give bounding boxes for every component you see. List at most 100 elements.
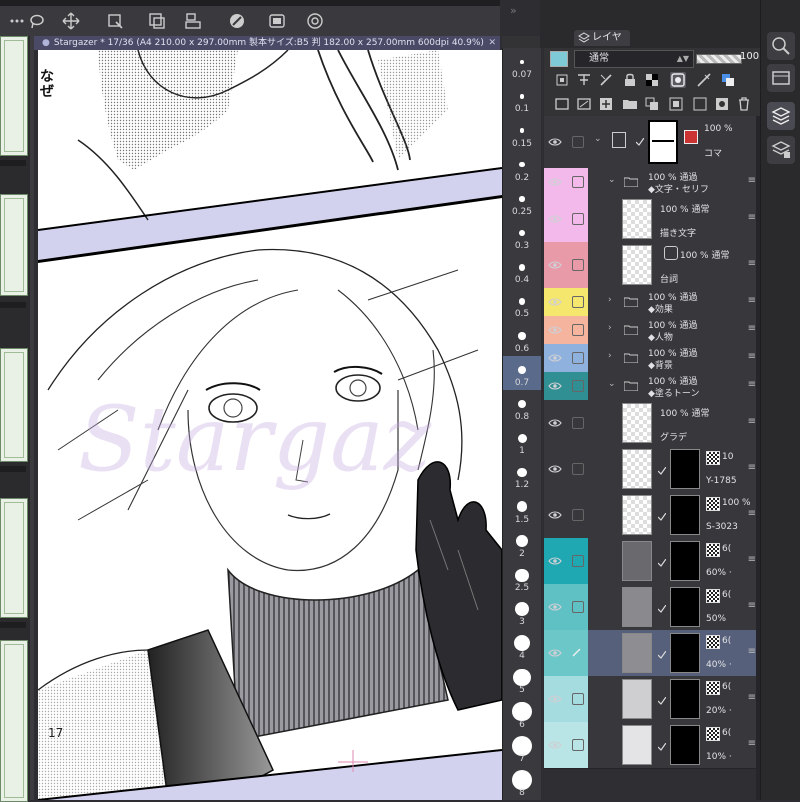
drag-handle-icon[interactable]: ≡ [748,258,756,269]
brush-size-2.5[interactable]: 2.5 [503,561,541,595]
brush-size-0.6[interactable]: 0.6 [503,321,541,355]
brush-size-6[interactable]: 6 [503,697,541,731]
visibility-eye-icon[interactable] [548,214,562,224]
brush-size-2[interactable]: 2 [503,527,541,561]
layer-mask-thumbnail[interactable] [670,449,700,489]
brush-size-0.1[interactable]: 0.1 [503,82,541,116]
brush-size-0.8[interactable]: 0.8 [503,390,541,424]
page-thumbnail-strip[interactable] [0,36,34,802]
visibility-eye-icon[interactable] [548,260,562,270]
visibility-eye-icon[interactable] [548,297,562,307]
layer-row-t10[interactable]: 6(10% · ≡ [544,722,760,769]
layer-mask-thumbnail[interactable] [670,725,700,765]
brush-size-palette[interactable]: 0.07 0.1 0.15 0.2 0.25 0.3 0.4 0.5 0.6 0.7 0.8 1 1.2… [502,48,541,800]
view-eye-icon[interactable] [304,10,326,32]
blend-mode-select[interactable]: 通常 ▲▼ [574,50,694,68]
drag-handle-icon[interactable]: ≡ [748,692,756,703]
page-thumbnail[interactable] [0,36,28,156]
lock-transparent-icon[interactable] [644,72,660,88]
pen-edit-icon[interactable] [572,647,582,657]
page-thumbnail[interactable] [0,498,28,618]
layer-row-koma[interactable]: ⌄ 100 % コマ [544,116,760,169]
brush-size-0.3[interactable]: 0.3 [503,219,541,253]
lock-toggle[interactable] [572,213,584,225]
collapse-left-icon[interactable]: » [510,4,517,17]
brush-size-0.15[interactable]: 0.15 [503,116,541,150]
lock-toggle[interactable] [572,176,584,188]
brush-size-1.2[interactable]: 1.2 [503,458,541,492]
chevron-down-icon[interactable]: ⌄ [608,379,616,389]
drag-handle-icon[interactable]: ≡ [748,738,756,749]
lock-toggle[interactable] [572,693,584,705]
layer-property-icon[interactable] [767,136,795,164]
move-icon[interactable] [60,10,82,32]
brush-size-7[interactable]: 7 [503,732,541,766]
brush-size-0.2[interactable]: 0.2 [503,151,541,185]
layer-row-kouka[interactable]: › 100 % 通過 ◆効果 ≡ [544,288,760,317]
visibility-eye-icon[interactable] [548,510,562,520]
layer-list[interactable]: ⌄ 100 % コマ ⌄ 100 % 通過 ◆文字・セリフ ≡ 100 % 通常 描き文字 ≡ 10… [544,116,760,800]
visibility-eye-icon[interactable] [548,602,562,612]
lock-toggle[interactable] [572,352,584,364]
ruler-range-icon[interactable] [696,72,712,88]
layer-row-s3023[interactable]: 100 % S-3023 ≡ [544,492,760,539]
visibility-eye-icon[interactable] [548,740,562,750]
transfer-down-icon[interactable] [644,96,660,112]
lock-toggle[interactable] [572,324,584,336]
navigator-icon[interactable] [767,32,795,60]
lock-toggle[interactable] [572,417,584,429]
visibility-eye-icon[interactable] [548,556,562,566]
layer-panel-tab[interactable]: レイヤー [574,30,630,59]
layer-mask-thumbnail[interactable] [670,541,700,581]
brush-size-4[interactable]: 4 [503,629,541,663]
drag-handle-icon[interactable]: ≡ [748,212,756,223]
page-thumbnail[interactable] [0,640,28,802]
mask-apply-icon[interactable] [714,96,730,112]
visibility-eye-icon[interactable] [548,648,562,658]
layer-mask-thumbnail[interactable] [670,495,700,535]
lock-toggle[interactable] [572,555,584,567]
mask-disabled-icon[interactable] [684,130,698,144]
brush-size-1[interactable]: 1 [503,424,541,458]
layer-row-moji[interactable]: ⌄ 100 % 通過 ◆文字・セリフ ≡ [544,168,760,197]
layer-row-serifu[interactable]: 100 % 通常 台詞 ≡ [544,242,760,289]
brush-size-8[interactable]: 8 [503,766,541,800]
drag-handle-icon[interactable]: ≡ [748,351,756,362]
page-thumbnail[interactable] [0,194,28,296]
transform-icon[interactable] [104,10,126,32]
lock-toggle[interactable] [572,739,584,751]
drag-handle-icon[interactable]: ≡ [748,379,756,390]
pen-nib-icon[interactable] [226,10,248,32]
layer-row-t40[interactable]: 6(40% · ≡ [544,630,760,677]
document-tab[interactable]: ● Stargazer * 17/36 (A4 210.00 x 297.00mm… [34,36,500,50]
layers-panel-icon[interactable] [767,102,795,130]
chevron-right-icon[interactable]: › [608,323,612,333]
brush-size-0.25[interactable]: 0.25 [503,185,541,219]
brush-size-3[interactable]: 3 [503,595,541,629]
fill-icon[interactable] [266,10,288,32]
merge-icon[interactable] [668,96,684,112]
visibility-eye-icon[interactable] [548,177,562,187]
color-icon[interactable] [720,72,736,88]
drag-handle-icon[interactable]: ≡ [748,646,756,657]
lock-toggle[interactable] [572,296,584,308]
new-folder-icon[interactable] [622,96,638,112]
drag-handle-icon[interactable]: ≡ [748,416,756,427]
brush-size-5[interactable]: 5 [503,663,541,697]
layer-row-grade[interactable]: 100 % 通常 グラデ ≡ [544,400,760,447]
lasso-icon[interactable] [26,10,48,32]
clip-icon[interactable] [554,72,570,88]
layer-row-haikei[interactable]: › 100 % 通過 ◆背景 ≡ [544,344,760,373]
layer-row-t50[interactable]: 6(50% ≡ [544,584,760,631]
layer-color-swatch[interactable] [550,51,568,67]
lock-toggle[interactable] [572,380,584,392]
arrange-icon[interactable] [182,10,204,32]
brush-size-1.5[interactable]: 1.5 [503,492,541,526]
drag-handle-icon[interactable]: ≡ [748,462,756,473]
draft-icon[interactable] [598,72,614,88]
brush-size-0.5[interactable]: 0.5 [503,287,541,321]
visibility-eye-icon[interactable] [548,694,562,704]
mask-add-icon[interactable] [692,96,708,112]
select-layer-icon[interactable] [146,10,168,32]
new-raster-layer-icon[interactable] [554,96,570,112]
